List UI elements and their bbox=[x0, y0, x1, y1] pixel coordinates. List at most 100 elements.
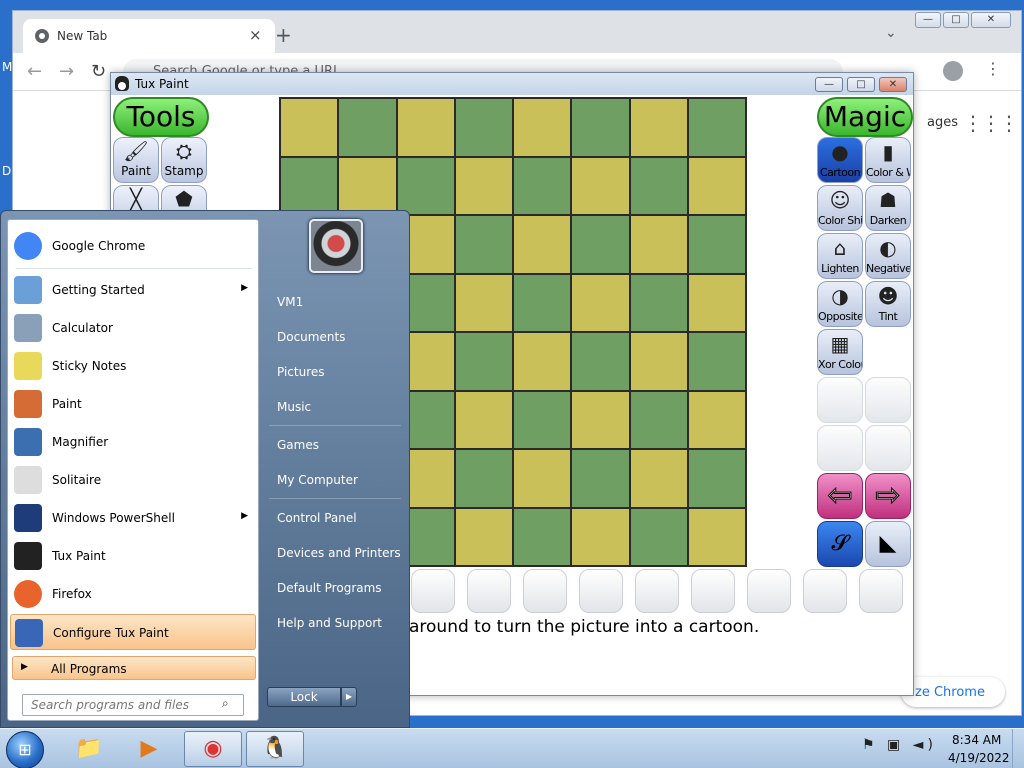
clock-time[interactable]: 8:34 AM bbox=[952, 733, 1001, 747]
color-swatch[interactable] bbox=[859, 569, 903, 613]
magic-opposite-button[interactable]: ◑ Opposite bbox=[817, 281, 863, 327]
chrome-close-button[interactable]: ✕ bbox=[971, 12, 1011, 28]
color-swatch[interactable] bbox=[523, 569, 567, 613]
start-search-input[interactable]: Search programs and files bbox=[22, 694, 244, 716]
search-icon[interactable]: ⌕ bbox=[222, 696, 229, 711]
canvas-cell bbox=[687, 449, 746, 508]
canvas-cell bbox=[513, 449, 572, 508]
taskbar-tux-paint-button[interactable]: 🐧 bbox=[246, 731, 304, 767]
chrome-maximize-button[interactable]: □ bbox=[943, 12, 969, 28]
lock-button[interactable]: Lock bbox=[267, 687, 341, 707]
taskbar-chrome-button[interactable]: ◉ bbox=[184, 731, 242, 767]
start-place-my-computer[interactable]: My Computer bbox=[265, 465, 405, 493]
tool-stamp-button[interactable]: ⛭ Stamp bbox=[161, 137, 207, 183]
all-programs-button[interactable]: ▶ All Programs bbox=[12, 656, 256, 680]
new-tab-button[interactable]: + bbox=[275, 23, 292, 47]
canvas-cell bbox=[513, 156, 572, 215]
desktop-edge-text: D bbox=[2, 164, 12, 178]
chrome-tab-new-tab[interactable]: New Tab × bbox=[23, 19, 275, 53]
color-swatch[interactable] bbox=[467, 569, 511, 613]
magic-next-button[interactable]: ⇨ bbox=[865, 473, 911, 519]
start-program-solitaire[interactable]: Solitaire bbox=[10, 462, 256, 498]
tux-maximize-button[interactable]: □ bbox=[847, 77, 875, 92]
magic-darken-button[interactable]: ☗ Darken bbox=[865, 185, 911, 231]
images-link[interactable]: ages bbox=[927, 115, 958, 130]
magic-empty-slot bbox=[865, 377, 911, 423]
start-place-pictures[interactable]: Pictures bbox=[265, 357, 405, 385]
tool-paint-button[interactable]: 🖌 Paint bbox=[113, 137, 159, 183]
start-program-calculator[interactable]: Calculator bbox=[10, 310, 256, 346]
user-avatar[interactable] bbox=[309, 219, 363, 273]
canvas-cell bbox=[571, 507, 630, 566]
magic-previous-button[interactable]: ⇦ bbox=[817, 473, 863, 519]
show-desktop-button[interactable] bbox=[1012, 729, 1024, 768]
divider bbox=[269, 425, 401, 426]
start-program-magnifier[interactable]: Magnifier bbox=[10, 424, 256, 460]
start-program-windows-powershell[interactable]: Windows PowerShell ▶ bbox=[10, 500, 256, 536]
canvas-cell bbox=[454, 156, 513, 215]
color-swatch[interactable] bbox=[411, 569, 455, 613]
color-swatch[interactable] bbox=[635, 569, 679, 613]
chrome-tab-bar: New Tab × + ⌄ — □ ✕ bbox=[13, 11, 1021, 53]
tab-close-icon[interactable]: × bbox=[249, 26, 262, 44]
magic-negative-button[interactable]: ◐ Negative bbox=[865, 233, 911, 279]
start-place-default-programs[interactable]: Default Programs bbox=[265, 573, 405, 601]
program-label: Windows PowerShell bbox=[52, 511, 175, 525]
magic-tool-icon: ◐ bbox=[879, 236, 897, 260]
color-swatch[interactable] bbox=[691, 569, 735, 613]
chrome-minimize-button[interactable]: — bbox=[915, 12, 941, 28]
reload-icon[interactable]: ↻ bbox=[91, 61, 106, 82]
magic-paint-mode-button[interactable]: 𝓢 bbox=[817, 521, 863, 567]
tux-paint-titlebar[interactable]: Tux Paint — □ ✕ bbox=[111, 73, 913, 95]
magic-cartoon-button[interactable]: ● Cartoon bbox=[817, 137, 863, 183]
start-program-firefox[interactable]: Firefox bbox=[10, 576, 256, 612]
magic-xor-colors-button[interactable]: ▦ Xor Colors bbox=[817, 329, 863, 375]
forward-icon[interactable]: → bbox=[59, 61, 74, 82]
magic-tool-label: Xor Colors bbox=[818, 358, 862, 371]
start-program-google-chrome[interactable]: Google Chrome bbox=[10, 228, 256, 264]
start-program-paint[interactable]: Paint bbox=[10, 386, 256, 422]
calculator-icon bbox=[14, 314, 42, 342]
start-program-getting-started[interactable]: Getting Started ▶ bbox=[10, 272, 256, 308]
start-place-music[interactable]: Music bbox=[265, 392, 405, 420]
color-swatch[interactable] bbox=[747, 569, 791, 613]
canvas-cell bbox=[280, 156, 339, 215]
canvas-cell bbox=[513, 390, 572, 449]
start-place-games[interactable]: Games bbox=[265, 430, 405, 458]
taskbar-explorer-button[interactable]: 📁 bbox=[60, 731, 118, 767]
magic-fullscreen-mode-button[interactable]: ◣ bbox=[865, 521, 911, 567]
clock-date[interactable]: 4/19/2022 bbox=[948, 751, 1010, 765]
magic-tint-button[interactable]: ☻ Tint bbox=[865, 281, 911, 327]
start-place-help-and-support[interactable]: Help and Support bbox=[265, 608, 405, 636]
start-button[interactable]: ⊞ bbox=[6, 731, 44, 768]
magic-tool-icon: ☗ bbox=[879, 188, 897, 212]
canvas-cell bbox=[280, 98, 339, 157]
canvas-cell bbox=[513, 273, 572, 332]
taskbar-media-player-button[interactable]: ▶ bbox=[120, 731, 178, 767]
magic-color-white-button[interactable]: ▮ Color & White bbox=[865, 137, 911, 183]
color-swatch[interactable] bbox=[579, 569, 623, 613]
start-program-configure-tux-paint[interactable]: Configure Tux Paint bbox=[10, 614, 256, 650]
profile-avatar[interactable] bbox=[943, 61, 963, 81]
start-place-devices-and-printers[interactable]: Devices and Printers bbox=[265, 538, 405, 566]
tab-search-icon[interactable]: ⌄ bbox=[885, 25, 897, 41]
system-tray-icons[interactable]: ⚑ ▣ ◄) bbox=[862, 737, 937, 753]
back-icon[interactable]: ← bbox=[27, 61, 42, 82]
tux-close-button[interactable]: ✕ bbox=[879, 77, 907, 92]
start-place-control-panel[interactable]: Control Panel bbox=[265, 503, 405, 531]
chrome-menu-icon[interactable]: ⋮ bbox=[985, 59, 1001, 78]
shutdown-options-arrow[interactable]: ▶ bbox=[341, 687, 357, 707]
tux-minimize-button[interactable]: — bbox=[815, 77, 843, 92]
magic-lighten-button[interactable]: ⌂ Lighten bbox=[817, 233, 863, 279]
color-swatch[interactable] bbox=[803, 569, 847, 613]
start-program-sticky-notes[interactable]: Sticky Notes bbox=[10, 348, 256, 384]
program-label: Paint bbox=[52, 397, 82, 411]
start-place-documents[interactable]: Documents bbox=[265, 322, 405, 350]
start-program-tux-paint[interactable]: Tux Paint bbox=[10, 538, 256, 574]
magic-tool-label: Cartoon bbox=[819, 166, 861, 179]
tux-icon bbox=[115, 76, 129, 91]
customize-chrome-button[interactable]: ze Chrome bbox=[901, 677, 1005, 707]
magic-color-shift-button[interactable]: ☺ Color Shift bbox=[817, 185, 863, 231]
start-place-vm1[interactable]: VM1 bbox=[265, 287, 405, 315]
apps-grid-icon[interactable]: ⋮⋮⋮ bbox=[963, 111, 1019, 135]
